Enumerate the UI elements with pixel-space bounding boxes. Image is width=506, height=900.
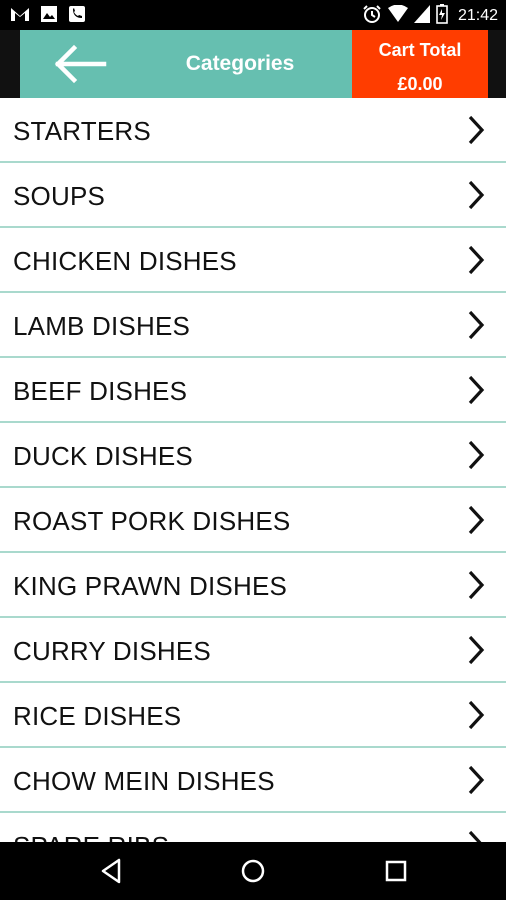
navigation-bar: [0, 842, 506, 900]
chevron-right-icon: [468, 570, 485, 600]
gmail-icon: [10, 6, 30, 26]
list-item-label: SOUPS: [13, 181, 106, 211]
chevron-right-icon: [468, 440, 485, 470]
header-edge-right: [488, 30, 506, 98]
list-item-chow-mein-dishes[interactable]: CHOW MEIN DISHES: [0, 748, 506, 813]
chevron-right-icon: [468, 830, 482, 842]
chevron-right-icon: [468, 505, 485, 535]
list-item-label: DUCK DISHES: [13, 441, 193, 471]
status-bar-system: 21:42: [362, 4, 498, 28]
wifi-icon: [387, 4, 408, 27]
alarm-icon: [362, 4, 382, 28]
cart-total-label: Cart Total: [378, 40, 462, 60]
home-circle-icon[interactable]: [238, 856, 268, 886]
list-item-duck-dishes[interactable]: DUCK DISHES: [0, 423, 506, 488]
chevron-right-icon: [468, 180, 485, 210]
list-item-label: BEEF DISHES: [13, 376, 188, 406]
list-item-starters[interactable]: STARTERS: [0, 98, 506, 163]
back-triangle-icon[interactable]: [97, 856, 127, 886]
status-bar: 21:42: [0, 0, 506, 30]
list-item-label: ROAST PORK DISHES: [13, 506, 291, 536]
page-title: Categories: [185, 52, 295, 75]
list-item-label: LAMB DISHES: [13, 311, 191, 341]
chevron-right-icon: [468, 700, 485, 730]
back-button[interactable]: [50, 44, 110, 84]
status-bar-notifications: [10, 5, 86, 27]
cart-total-value: £0.00: [397, 74, 443, 94]
chevron-right-icon: [468, 765, 485, 795]
recents-square-icon[interactable]: [381, 856, 411, 886]
clock-time: 21:42: [457, 7, 498, 24]
list-item-curry-dishes[interactable]: CURRY DISHES: [0, 618, 506, 683]
list-item-label: CURRY DISHES: [13, 636, 211, 666]
image-icon: [40, 5, 58, 27]
list-item-spare-ribs[interactable]: SPARE RIBS: [0, 813, 506, 842]
list-item-rice-dishes[interactable]: RICE DISHES: [0, 683, 506, 748]
chevron-right-icon: [468, 635, 485, 665]
list-item-label: SPARE RIBS: [13, 831, 169, 842]
list-item-label: CHICKEN DISHES: [13, 246, 237, 276]
list-item-lamb-dishes[interactable]: LAMB DISHES: [0, 293, 506, 358]
arrow-left-icon: [54, 44, 107, 84]
list-item-beef-dishes[interactable]: BEEF DISHES: [0, 358, 506, 423]
header-edge-left: [0, 30, 20, 98]
list-item-soups[interactable]: SOUPS: [0, 163, 506, 228]
app-header: Categories: [20, 30, 352, 98]
phone-app-icon: [68, 5, 86, 27]
category-list[interactable]: STARTERS SOUPS CHICKEN DISHES LAMB DISHE…: [0, 98, 506, 842]
battery-icon: [436, 4, 448, 28]
list-item-label: KING PRAWN DISHES: [13, 571, 288, 601]
list-item-king-prawn-dishes[interactable]: KING PRAWN DISHES: [0, 553, 506, 618]
list-item-roast-pork-dishes[interactable]: ROAST PORK DISHES: [0, 488, 506, 553]
list-item-label: STARTERS: [13, 116, 151, 146]
signal-icon: [413, 5, 430, 27]
cart-total-button[interactable]: Cart Total £0.00: [352, 30, 488, 98]
list-item-chicken-dishes[interactable]: CHICKEN DISHES: [0, 228, 506, 293]
chevron-right-icon: [468, 310, 485, 340]
chevron-right-icon: [468, 115, 485, 145]
chevron-right-icon: [468, 245, 485, 275]
list-item-label: CHOW MEIN DISHES: [13, 766, 275, 796]
chevron-right-icon: [468, 375, 485, 405]
list-item-label: RICE DISHES: [13, 701, 182, 731]
